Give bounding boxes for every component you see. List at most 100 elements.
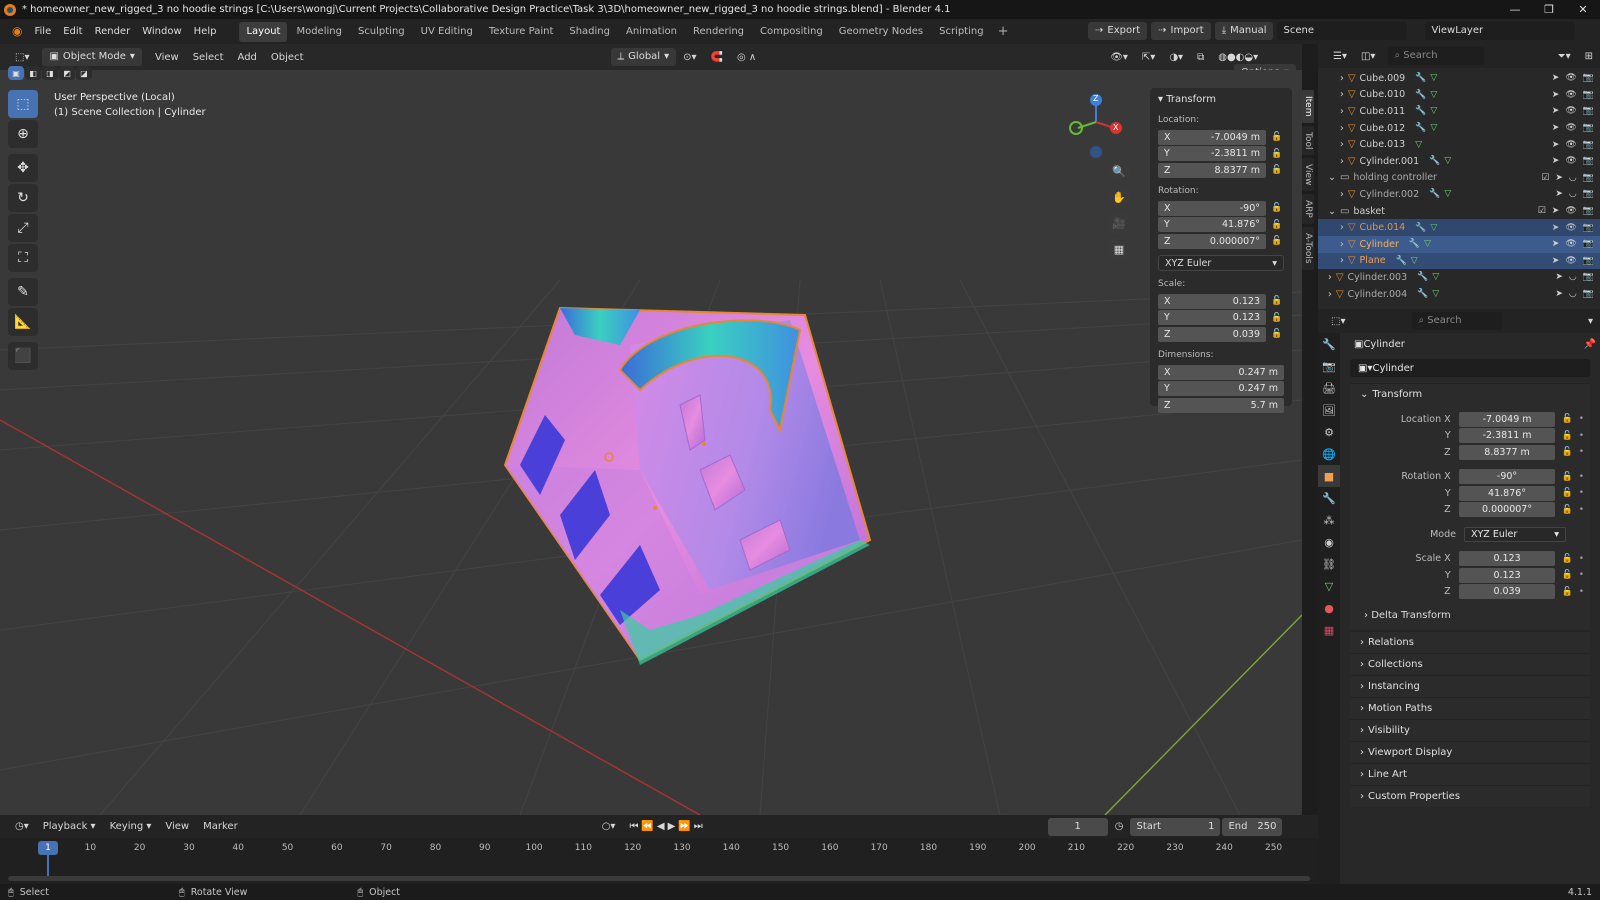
snap-icon[interactable]: 🧲 (704, 52, 730, 63)
close-icon[interactable]: ✕ (1566, 0, 1600, 19)
tab-layout[interactable]: Layout (239, 21, 288, 42)
viewlayer-selector[interactable]: ViewLayer (1425, 22, 1576, 40)
select-arrow-icon[interactable]: ➤ (1555, 289, 1563, 299)
rotation-x-field[interactable]: X -90° (1158, 200, 1266, 216)
playhead[interactable]: 1 (38, 841, 58, 855)
instancing-section[interactable]: › Instancing (1350, 675, 1590, 697)
object-props-icon[interactable]: ■ (1318, 465, 1340, 487)
tab-geometry-nodes[interactable]: Geometry Nodes (832, 22, 930, 42)
select-arrow-icon[interactable]: ➤ (1552, 123, 1560, 133)
basket-mesh[interactable] (503, 306, 872, 665)
camera-icon[interactable]: 📷 (1583, 123, 1594, 133)
constraints-props-icon[interactable]: ⛓ (1318, 553, 1340, 575)
location-x-field[interactable]: X -7.0049 m (1158, 129, 1266, 145)
prop-rotation-z-field[interactable]: 0.000007° (1458, 502, 1556, 517)
pan-hand-icon[interactable]: ✋ (1108, 186, 1130, 208)
eye-icon[interactable]: 👁 (1565, 156, 1576, 166)
prop-location-x-field[interactable]: -7.0049 m (1458, 411, 1556, 427)
lock-icon[interactable]: 🔓 (1561, 554, 1572, 564)
mode-selector[interactable]: ▣ Object Mode ▾ (42, 48, 142, 66)
relations-section[interactable]: › Relations (1350, 631, 1590, 653)
collection-row[interactable]: ⌄ ▭ holding controller ☑ ➤ ◡ 📷 (1318, 170, 1600, 187)
menu-file[interactable]: File (28, 19, 57, 44)
lock-icon[interactable]: 🔓 (1561, 488, 1572, 498)
lock-icon[interactable]: 🔓 (1270, 236, 1284, 246)
eye-icon[interactable]: 👁 (1565, 123, 1576, 133)
zoom-icon[interactable]: 🔍 (1108, 160, 1130, 182)
line-art-section[interactable]: › Line Art (1350, 763, 1590, 785)
list-item-active[interactable]: › ▽ Cylinder 🔧 ▽ ➤ 👁 📷 (1318, 235, 1600, 253)
eye-icon[interactable]: 👁 (1565, 223, 1576, 233)
gizmo-toggle-icon[interactable]: ⇱▾ (1135, 52, 1162, 63)
list-item[interactable]: › ▽ Plane 🔧 ▽ ➤ 👁 📷 (1318, 252, 1600, 270)
editor-type-icon[interactable]: ⬚▾ (1324, 316, 1352, 327)
start-frame-field[interactable]: Start 1 (1130, 817, 1221, 836)
camera-icon[interactable]: 📷 (1583, 156, 1594, 166)
world-props-icon[interactable]: 🌐 (1318, 443, 1340, 465)
menu-render[interactable]: Render (89, 19, 137, 44)
checkbox-icon[interactable]: ☑ (1541, 173, 1549, 183)
camera-icon[interactable]: 📷 (1583, 223, 1594, 233)
timeline-ruler[interactable]: 1102030405060708090100110120130140150160… (0, 838, 1318, 884)
keyframe-dot-icon[interactable]: • (1579, 570, 1584, 580)
menu-playback[interactable]: Playback ▾ (36, 821, 103, 832)
menu-select[interactable]: Select (186, 52, 231, 63)
tab-shading[interactable]: Shading (562, 22, 617, 42)
keyframe-dot-icon[interactable]: • (1579, 414, 1584, 424)
menu-marker[interactable]: Marker (196, 821, 245, 832)
visibility-icon[interactable]: 👁▾ (1103, 52, 1135, 63)
tab-uv-editing[interactable]: UV Editing (414, 22, 480, 42)
rotate-tool-icon[interactable]: ↻ (8, 184, 38, 212)
manual-button[interactable]: ⤓ Manual (1214, 22, 1274, 40)
select-arrow-icon[interactable]: ➤ (1552, 223, 1560, 233)
display-mode-icon[interactable]: ◫▾ (1354, 51, 1382, 62)
rotation-y-field[interactable]: Y 41.876° (1158, 217, 1266, 232)
menu-help[interactable]: Help (188, 19, 223, 44)
tab-compositing[interactable]: Compositing (753, 22, 830, 42)
camera-icon[interactable]: 📷 (1583, 289, 1594, 299)
transform-section[interactable]: ⌄ Transform (1350, 383, 1590, 405)
dimension-z-field[interactable]: Z 5.7 m (1158, 397, 1284, 413)
list-item[interactable]: › ▽ Cube.010 🔧 ▽ ➤ 👁 📷 (1318, 87, 1600, 104)
select-arrow-icon[interactable]: ➤ (1552, 140, 1560, 150)
select-arrow-icon[interactable]: ➤ (1552, 256, 1560, 266)
tab-texture-paint[interactable]: Texture Paint (482, 22, 561, 42)
scale-tool-icon[interactable]: ⤢ (8, 214, 38, 242)
eye-closed-icon[interactable]: ◡ (1569, 189, 1577, 199)
render-props-icon[interactable]: 📷 (1318, 355, 1340, 377)
proportional-edit-icon[interactable]: ◎ ∧ (730, 52, 763, 63)
clock-icon[interactable]: ◷▾ (8, 821, 36, 832)
lock-icon[interactable]: 🔓 (1270, 296, 1284, 306)
scale-y-field[interactable]: Y 0.123 (1158, 310, 1266, 325)
list-item[interactable]: › ▽ Cylinder.002 🔧 ▽ ➤ ◡ 📷 (1318, 186, 1600, 203)
eye-icon[interactable]: 👁 (1565, 90, 1576, 100)
transform-tool-icon[interactable]: ⛶ (8, 244, 38, 272)
move-tool-icon[interactable]: ✥ (8, 154, 38, 182)
list-item[interactable]: › ▽ Cube.009 🔧 ▽ ➤ 👁 📷 (1318, 70, 1600, 87)
eye-icon[interactable]: 👁 (1565, 256, 1576, 266)
tab-item[interactable]: Item (1302, 90, 1314, 123)
shading-modes-icon[interactable]: ◍●◐◒▾ (1211, 52, 1265, 63)
eye-icon[interactable]: 👁 (1565, 106, 1576, 116)
output-props-icon[interactable]: 🖨 (1318, 377, 1340, 399)
list-item[interactable]: › ▽ Cube.014 🔧 ▽ ➤ 👁 📷 (1318, 219, 1600, 236)
select-arrow-icon[interactable]: ➤ (1555, 189, 1563, 199)
minimize-icon[interactable]: — (1498, 0, 1532, 19)
eye-closed-icon[interactable]: ◡ (1569, 289, 1577, 299)
menu-edit[interactable]: Edit (57, 19, 88, 44)
tab-scripting[interactable]: Scripting (932, 22, 990, 42)
physics-props-icon[interactable]: ◉ (1318, 531, 1340, 553)
scale-z-field[interactable]: Z 0.039 (1158, 326, 1266, 342)
eye-icon[interactable]: 👁 (1565, 206, 1576, 216)
lock-icon[interactable]: 🔓 (1270, 149, 1284, 159)
menu-view[interactable]: View (148, 52, 186, 63)
menu-add[interactable]: Add (231, 52, 264, 63)
lock-icon[interactable]: 🔓 (1561, 570, 1572, 580)
end-frame-field[interactable]: End 250 (1222, 817, 1283, 836)
eye-icon[interactable]: 👁 (1565, 239, 1576, 249)
tab-animation[interactable]: Animation (619, 22, 684, 42)
outliner-search-input[interactable]: ⌕ Search (1388, 47, 1485, 65)
dimension-y-field[interactable]: Y 0.247 m (1158, 381, 1284, 396)
visibility-section[interactable]: › Visibility (1350, 719, 1590, 741)
dimension-x-field[interactable]: X 0.247 m (1158, 364, 1284, 380)
